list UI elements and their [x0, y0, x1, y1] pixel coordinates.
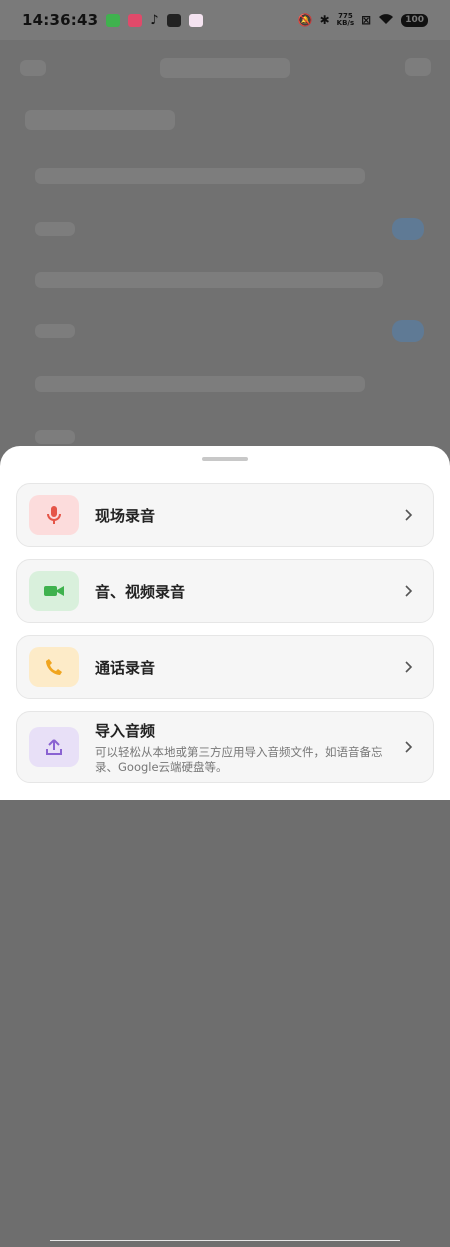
notification-app-icon: [188, 13, 203, 27]
upload-icon: [29, 727, 79, 767]
video-camera-icon: [29, 571, 79, 611]
option-title: 音、视频录音: [95, 582, 186, 601]
mute-icon: 🔕: [297, 13, 313, 27]
option-title: 通话录音: [95, 658, 156, 677]
option-description: 可以轻松从本地或第三方应用导入音频文件，如语音备忘录、Google云端硬盘等。: [95, 744, 383, 774]
notification-app-icon: [166, 13, 181, 27]
option-title: 现场录音: [95, 506, 156, 525]
phone-icon: [29, 647, 79, 687]
tiktok-icon: ♪: [150, 12, 159, 28]
recording-options-sheet: 现场录音 音、视频录音 通话录音 导入音频 可以轻松从本地或第三方应用导入音频文…: [0, 446, 450, 1241]
sheet-drag-handle[interactable]: [202, 457, 248, 461]
status-bar: 14:36:43 ♪ 🔕 ✱ 775 KB/s ⊠ 100: [0, 0, 450, 40]
option-live-recording[interactable]: 现场录音: [16, 483, 434, 547]
next-option-edge: [50, 1240, 400, 1247]
notification-app-icon: [106, 13, 121, 27]
option-call-recording[interactable]: 通话录音: [16, 635, 434, 699]
notification-app-icon: [128, 13, 143, 27]
option-title: 导入音频: [95, 721, 156, 740]
network-speed: 775 KB/s: [336, 12, 355, 27]
status-time: 14:36:43: [22, 11, 99, 29]
chevron-right-icon: [395, 585, 423, 597]
option-audio-video-recording[interactable]: 音、视频录音: [16, 559, 434, 623]
background-page-overlay: [0, 40, 450, 460]
chevron-right-icon: [395, 509, 423, 521]
microphone-icon: [29, 495, 79, 535]
battery-indicator: 100: [401, 13, 428, 27]
wifi-icon: [378, 13, 394, 28]
bluetooth-icon: ✱: [319, 13, 330, 27]
option-import-audio[interactable]: 导入音频 可以轻松从本地或第三方应用导入音频文件，如语音备忘录、Google云端…: [16, 711, 434, 783]
chevron-right-icon: [395, 661, 423, 673]
no-sim-icon: ⊠: [361, 13, 372, 27]
chevron-right-icon: [395, 741, 423, 753]
